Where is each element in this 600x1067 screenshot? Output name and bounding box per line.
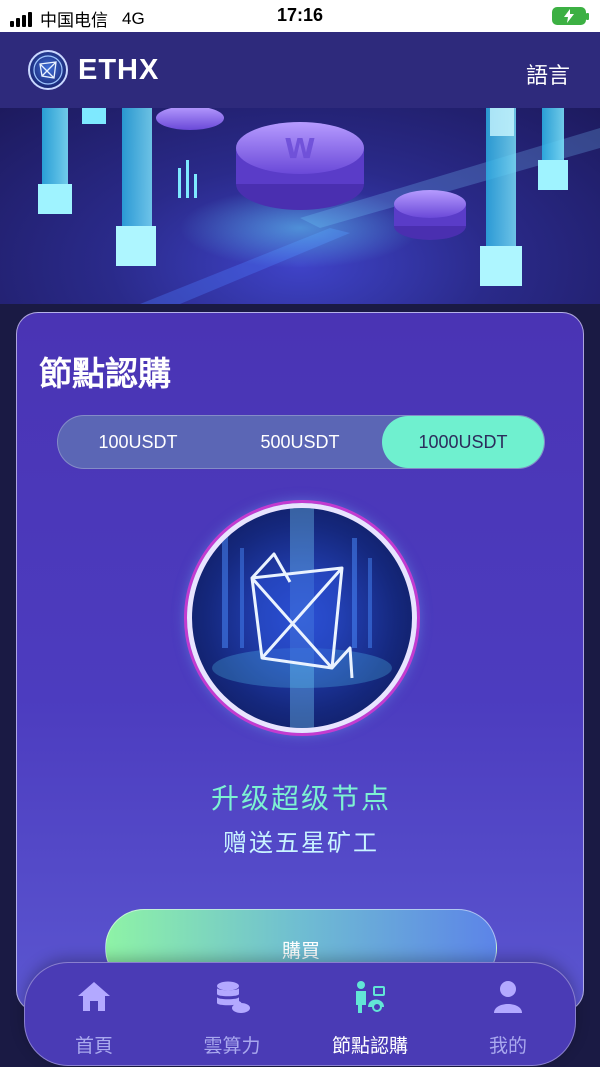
- ethx-logo-icon[interactable]: [28, 50, 68, 90]
- ethereum-crystal-icon: [212, 508, 392, 728]
- node-emblem-image: [187, 503, 417, 733]
- card-title: 節點認購: [39, 354, 171, 393]
- nav-item-label: 雲算力: [203, 1035, 261, 1057]
- node-purchase-icon: [356, 981, 385, 1013]
- nav-item-label: 節點認購: [331, 1035, 408, 1057]
- status-time: 17:16: [276, 5, 324, 25]
- nav-item-profile[interactable]: 我的: [439, 977, 577, 1061]
- brand-name: ETHX: [78, 54, 160, 86]
- tab-500usdt[interactable]: 500USDT: [218, 416, 382, 468]
- home-icon: [78, 982, 110, 1011]
- tab-100usdt[interactable]: 100USDT: [58, 416, 218, 468]
- battery-charging-icon: [552, 7, 589, 25]
- nav-item-label: 首頁: [74, 1035, 113, 1057]
- nav-item-node-purchase[interactable]: 節點認購: [301, 977, 439, 1061]
- nav-item-label: 我的: [488, 1035, 527, 1057]
- svg-text:W: W: [285, 132, 316, 165]
- tab-1000usdt[interactable]: 1000USDT: [382, 416, 544, 468]
- language-button[interactable]: 語言: [526, 58, 570, 90]
- hero-banner: W: [0, 108, 600, 304]
- subline-gift-miner: 赠送五星矿工: [223, 829, 379, 857]
- database-cloud-icon: [217, 981, 250, 1013]
- user-icon: [494, 981, 522, 1013]
- banner-illustration: W: [38, 108, 600, 304]
- headline-upgrade-node: 升级超级节点: [210, 782, 391, 815]
- bottom-navigation: 首頁 雲算力 節點認購 我的: [24, 962, 576, 1066]
- node-purchase-card: 節點認購 100USDT 500USDT 1000USDT 升级超级节点 赠送五…: [16, 312, 584, 1012]
- status-bar: 中国电信 4G 17:16: [0, 0, 600, 32]
- nav-item-cloud-power[interactable]: 雲算力: [163, 977, 301, 1061]
- app-header: ETHX 語言: [0, 32, 600, 108]
- amount-tabs: 100USDT 500USDT 1000USDT: [57, 415, 545, 469]
- nav-item-home[interactable]: 首頁: [25, 977, 163, 1061]
